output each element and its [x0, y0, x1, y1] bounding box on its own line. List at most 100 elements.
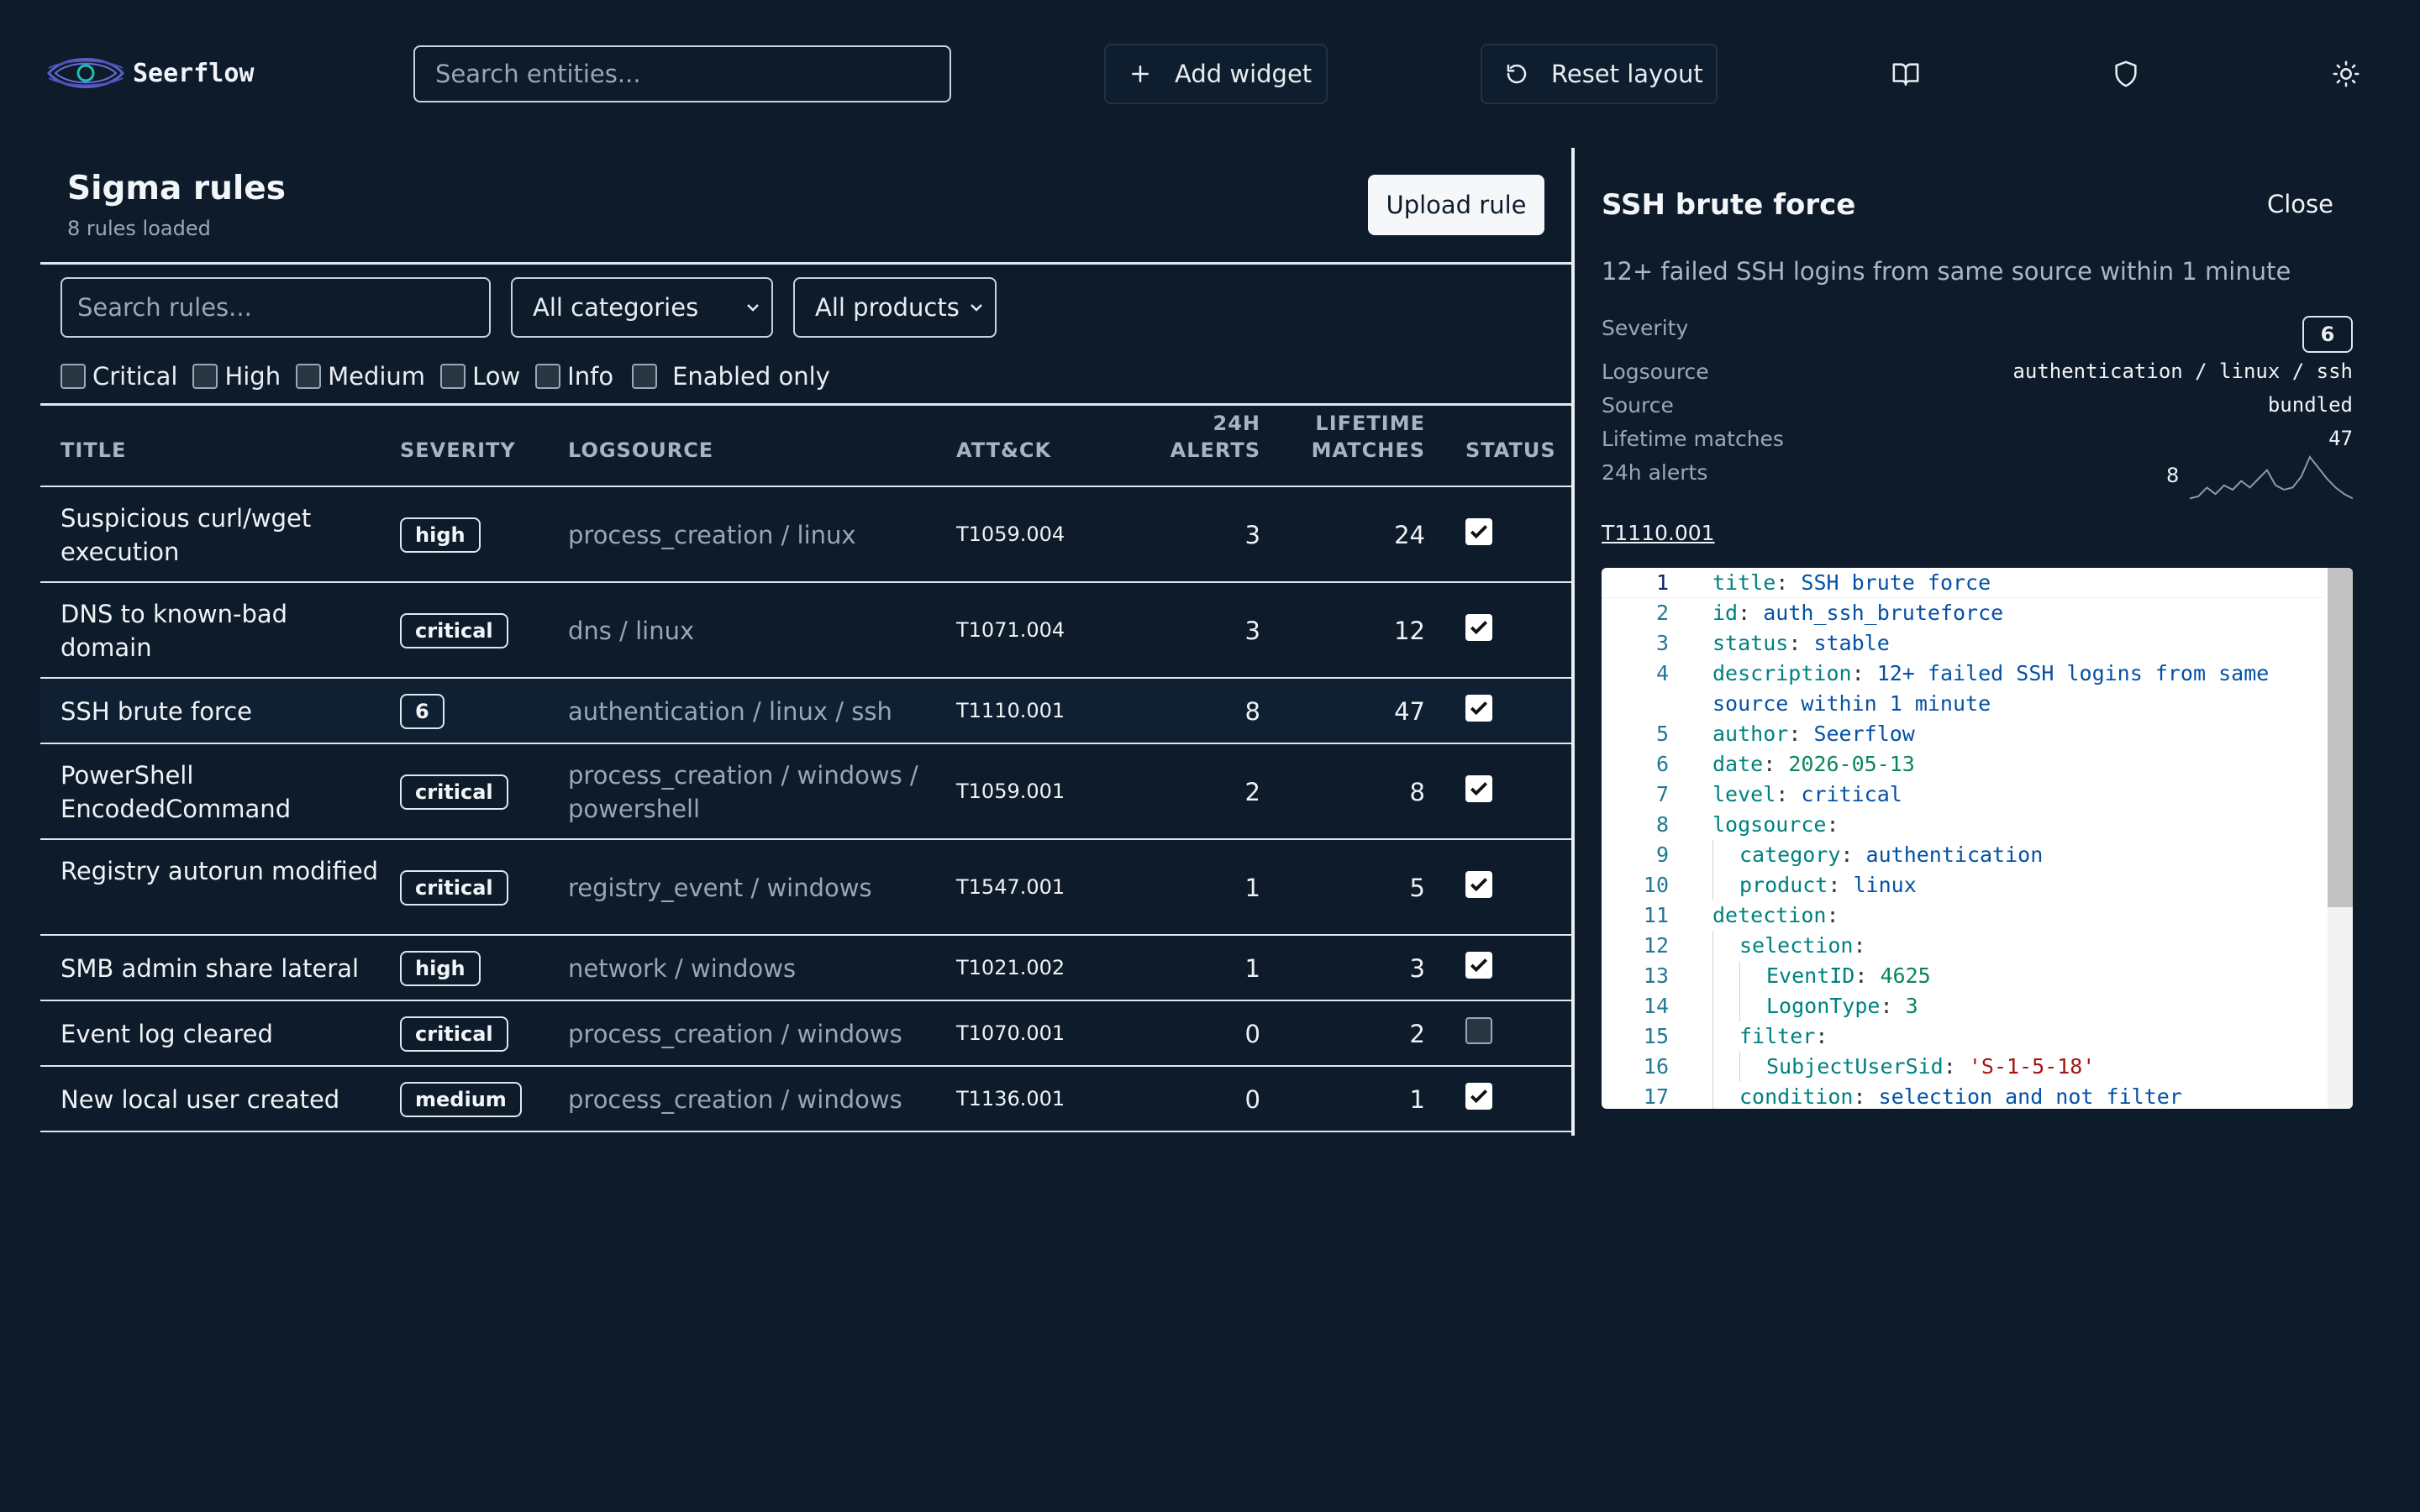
- theme-toggle-button[interactable]: [2329, 57, 2363, 91]
- col-24h-alerts[interactable]: 24H ALERTS: [1133, 410, 1260, 464]
- filter-medium[interactable]: Medium: [296, 362, 425, 391]
- filter-low[interactable]: Low: [440, 362, 520, 391]
- yaml-key: product: [1739, 873, 1828, 897]
- col-attack[interactable]: ATT&CK: [956, 437, 1051, 464]
- rule-enabled-checkbox[interactable]: [1465, 775, 1492, 802]
- rule-logsource: network / windows: [568, 954, 797, 983]
- source-label: Source: [1602, 393, 1674, 417]
- yaml-value: 'S-1-5-18': [1968, 1054, 2096, 1079]
- rule-yaml-editor[interactable]: 1 title: SSH brute force 2 id: auth_ssh_bru…: [1602, 568, 2353, 1109]
- table-row[interactable]: SMB admin share lateral high network / win…: [40, 936, 1573, 1001]
- col-status[interactable]: STATUS: [1465, 437, 1556, 464]
- col-lifetime-matches[interactable]: LIFETIME MATCHES: [1301, 410, 1425, 464]
- code-line: source within 1 minute: [1602, 689, 2324, 719]
- filter-label: High: [224, 362, 281, 391]
- severity-badge: medium: [400, 1082, 522, 1117]
- rule-enabled-checkbox[interactable]: [1465, 614, 1492, 641]
- table-row[interactable]: SSH brute force 6 authentication / linux /…: [40, 679, 1573, 744]
- rule-attack-id: T1547.001: [956, 875, 1065, 899]
- rule-24h-alerts: 3: [1244, 617, 1260, 645]
- indent-guide: [1739, 991, 1740, 1021]
- yaml-key: selection: [1739, 933, 1854, 958]
- category-select[interactable]: All categories: [511, 277, 773, 338]
- rule-enabled-checkbox[interactable]: [1465, 1083, 1492, 1110]
- code-line: 11 detection:: [1602, 900, 2324, 931]
- line-number: 11: [1643, 903, 1669, 927]
- add-widget-button[interactable]: Add widget: [1104, 44, 1328, 104]
- yaml-key: id: [1712, 601, 1739, 625]
- sun-icon: [2333, 60, 2360, 87]
- checkbox[interactable]: [60, 364, 86, 389]
- filter-enabled-only[interactable]: Enabled only: [632, 362, 830, 391]
- rule-logsource: authentication / linux / ssh: [568, 697, 892, 726]
- rule-title: New local user created: [60, 1085, 340, 1114]
- indent-guide: [1739, 1052, 1740, 1082]
- rule-24h-alerts: 1: [1244, 954, 1260, 983]
- rule-logsource: process_creation / windows: [568, 1085, 902, 1114]
- indent-guide: [1712, 840, 1713, 870]
- table-row[interactable]: New local user created medium process_crea…: [40, 1067, 1573, 1132]
- checkbox[interactable]: [192, 364, 218, 389]
- line-number: 5: [1655, 722, 1669, 746]
- docs-button[interactable]: [1889, 57, 1923, 91]
- table-header: TITLE SEVERITY LOGSOURCE ATT&CK 24H ALER…: [40, 408, 1573, 491]
- technique-link[interactable]: T1110.001: [1602, 521, 1715, 545]
- severity-badge: critical: [400, 613, 508, 648]
- col-logsource[interactable]: LOGSOURCE: [568, 437, 713, 464]
- rule-enabled-checkbox[interactable]: [1465, 695, 1492, 722]
- close-button[interactable]: Close: [2267, 190, 2333, 218]
- product-select[interactable]: All products: [793, 277, 997, 338]
- rule-title: Suspicious curl/wget execution: [60, 504, 312, 566]
- add-widget-label: Add widget: [1175, 60, 1313, 88]
- table-row[interactable]: Registry autorun modified critical registr…: [40, 840, 1573, 936]
- panel-splitter[interactable]: [1571, 148, 1575, 1136]
- severity-badge: 6: [2302, 316, 2353, 353]
- rule-title: PowerShell EncodedCommand: [60, 761, 292, 823]
- severity-label: Severity: [1602, 316, 1689, 340]
- line-text: description: 12+ failed SSH logins from …: [1712, 661, 2270, 685]
- reset-layout-button[interactable]: Reset layout: [1481, 44, 1718, 104]
- rule-24h-alerts: 0: [1244, 1085, 1260, 1114]
- rule-enabled-checkbox[interactable]: [1465, 871, 1492, 898]
- code-line: 9 category: authentication: [1602, 840, 2324, 870]
- category-select-value: All categories: [533, 293, 699, 322]
- yaml-value: stable: [1813, 631, 1890, 655]
- search-entities-input[interactable]: [413, 45, 951, 102]
- editor-scrollbar[interactable]: [2328, 568, 2353, 907]
- rule-attack-id: T1071.004: [956, 618, 1065, 642]
- checkbox[interactable]: [632, 364, 658, 389]
- security-button[interactable]: [2109, 57, 2143, 91]
- search-rules-input[interactable]: [60, 277, 491, 338]
- line-number: 15: [1643, 1024, 1669, 1048]
- code-line: 8 logsource:: [1602, 810, 2324, 840]
- line-text: condition: selection and not filter: [1739, 1084, 2182, 1109]
- col-title[interactable]: TITLE: [60, 437, 126, 464]
- alerts-value: 8: [2166, 464, 2180, 487]
- checkbox[interactable]: [296, 364, 322, 389]
- line-text: filter:: [1739, 1024, 1828, 1048]
- indent-guide: [1712, 931, 1713, 961]
- rule-enabled-checkbox[interactable]: [1465, 952, 1492, 979]
- yaml-value: 3: [1905, 994, 1918, 1018]
- rule-lifetime-matches: 1: [1409, 1085, 1425, 1114]
- rule-enabled-checkbox[interactable]: [1465, 518, 1492, 545]
- reset-layout-label: Reset layout: [1551, 60, 1703, 88]
- rule-enabled-checkbox[interactable]: [1465, 1017, 1492, 1044]
- table-row[interactable]: DNS to known-bad domain critical dns / lin…: [40, 583, 1573, 679]
- rule-logsource: registry_event / windows: [568, 874, 872, 902]
- checkbox[interactable]: [535, 364, 561, 389]
- checkbox[interactable]: [440, 364, 466, 389]
- yaml-key: logsource: [1712, 812, 1827, 837]
- filter-high[interactable]: High: [192, 362, 281, 391]
- col-severity[interactable]: SEVERITY: [400, 437, 516, 464]
- table-row[interactable]: Suspicious curl/wget execution high proces…: [40, 487, 1573, 583]
- line-text: logsource:: [1712, 812, 1839, 837]
- filter-critical[interactable]: Critical: [60, 362, 177, 391]
- upload-rule-button[interactable]: Upload rule: [1368, 175, 1544, 235]
- table-row[interactable]: PowerShell EncodedCommand critical process…: [40, 744, 1573, 840]
- app-logo[interactable]: Seerflow: [47, 50, 255, 96]
- line-number: 6: [1655, 752, 1669, 776]
- filter-info[interactable]: Info: [535, 362, 613, 391]
- rule-lifetime-matches: 12: [1394, 617, 1425, 645]
- table-row[interactable]: Event log cleared critical process_creatio…: [40, 1001, 1573, 1067]
